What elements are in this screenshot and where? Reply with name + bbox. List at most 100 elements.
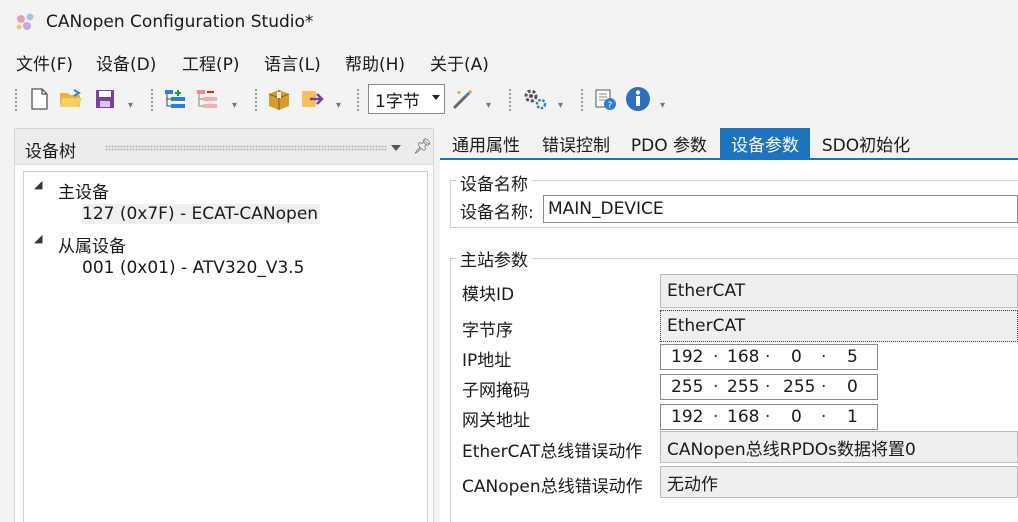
tab-device-params[interactable]: 设备参数 [720,128,810,158]
save-icon[interactable] [92,86,118,112]
collapse-icon[interactable]: ◢ [34,232,42,245]
tab-pdo[interactable]: PDO 参数 [626,128,712,158]
subnet-mask-label: 子网掩码 [462,381,530,401]
mask-octet[interactable]: 255 [727,377,759,397]
title-bar: CANopen Configuration Studio* [0,0,1018,44]
device-tree: ◢ 主设备 127 (0x7F) - ECAT-CANopen ◢ 从属设备 0… [23,171,428,522]
byte-order-select[interactable]: EtherCAT [660,310,1018,342]
window-title: CANopen Configuration Studio* [46,12,314,32]
tab-general[interactable]: 通用属性 [446,128,526,158]
open-icon[interactable] [58,86,84,112]
info-icon[interactable] [625,86,651,112]
octet-separator: · [765,377,771,397]
tab-label: PDO 参数 [630,135,708,156]
gateway-input[interactable]: 192 · 168 · 0 · 1 [660,404,878,430]
byte-order-label: 字节序 [462,321,513,341]
settings-dropdown-icon[interactable]: ▾ [558,100,563,111]
ip-octet[interactable]: 168 [727,347,759,367]
panel-title: 设备树 [25,142,76,162]
toolbar-grip[interactable] [150,88,154,112]
menu-project[interactable]: 工程(P) [182,50,240,75]
package-icon[interactable] [266,86,292,112]
gateway-octet[interactable]: 0 [791,407,802,427]
svg-text:?: ? [608,101,613,111]
canopen-error-label: CANopen总线错误动作 [462,477,643,497]
octet-separator: · [821,377,827,397]
chevron-down-icon [432,95,440,100]
wand-icon[interactable] [450,86,476,112]
tree-item-slave-group[interactable]: 从属设备 [58,232,126,257]
device-tree-panel: 设备树 📌︎ ◢ 主设备 127 (0x7F) - ECAT-CANopen ◢… [14,128,434,522]
pin-icon[interactable]: 📌︎ [413,137,432,155]
byte-order-value: EtherCAT [667,316,746,336]
add-node-icon[interactable] [162,86,188,112]
ip-address-label: IP地址 [462,351,512,371]
mask-octet[interactable]: 0 [847,377,858,397]
menu-language[interactable]: 语言(L) [264,50,321,75]
toolbar-grip[interactable] [14,88,18,112]
tab-label: 错误控制 [542,135,610,156]
gateway-octet[interactable]: 168 [727,407,759,427]
save-dropdown-icon[interactable]: ▾ [128,100,133,111]
chevron-down-icon[interactable] [391,145,401,151]
tree-item-master-node[interactable]: 127 (0x7F) - ECAT-CANopen [82,204,321,224]
device-name-input[interactable]: MAIN_DEVICE [543,195,1018,223]
wand-dropdown-icon[interactable]: ▾ [486,100,491,111]
ip-octet[interactable]: 192 [671,347,703,367]
data-width-select[interactable]: 1字节 [368,84,445,114]
canopen-error-select[interactable]: 无动作 [660,466,1018,498]
panel-header: 设备树 📌︎ [15,129,433,165]
group-title: 设备名称 [456,170,532,195]
tree-item-slave-node[interactable]: 001 (0x01) - ATV320_V3.5 [82,258,305,278]
toolbar-grip[interactable] [508,88,512,112]
gateway-octet[interactable]: 192 [671,407,703,427]
mask-octet[interactable]: 255 [783,377,815,397]
menu-about[interactable]: 关于(A) [430,50,489,75]
device-name-label: 设备名称: [460,203,534,223]
remove-node-icon[interactable] [194,86,220,112]
module-id-label: 模块ID [462,285,515,305]
help-icon[interactable]: ? [592,86,618,112]
tab-sdo-init[interactable]: SDO初始化 [816,128,916,158]
octet-separator: · [713,407,719,427]
menu-file[interactable]: 文件(F) [16,50,73,75]
info-dropdown-icon[interactable]: ▾ [660,100,665,111]
octet-separator: · [713,377,719,397]
node-dropdown-icon[interactable]: ▾ [232,100,237,111]
module-id-value: EtherCAT [667,281,746,301]
menu-help[interactable]: 帮助(H) [345,50,405,75]
app-logo-icon [16,13,34,30]
ip-octet[interactable]: 5 [847,347,858,367]
module-id-select[interactable]: EtherCAT [660,274,1018,308]
device-name-value: MAIN_DEVICE [548,199,664,219]
octet-separator: · [713,347,719,367]
subnet-mask-input[interactable]: 255 · 255 · 255 · 0 [660,374,878,400]
canopen-error-value: 无动作 [667,474,718,495]
settings-icon[interactable] [522,86,548,112]
panel-drag-handle[interactable] [105,145,387,151]
octet-separator: · [765,407,771,427]
import-icon[interactable] [300,86,326,112]
ecat-error-label: EtherCAT总线错误动作 [462,442,643,462]
toolbar-grip[interactable] [580,88,584,112]
collapse-icon[interactable]: ◢ [34,178,42,191]
tree-item-master-group[interactable]: 主设备 [58,178,109,203]
tab-label: 设备参数 [731,135,799,156]
toolbar-grip[interactable] [254,88,258,112]
tab-bar: 通用属性 错误控制 PDO 参数 设备参数 SDO初始化 [440,128,1018,160]
import-dropdown-icon[interactable]: ▾ [336,100,341,111]
group-title: 主站参数 [456,246,532,271]
new-icon[interactable] [26,86,52,112]
ecat-error-select[interactable]: CANopen总线RPDOs数据将置0 [660,431,1018,463]
ecat-error-value: CANopen总线RPDOs数据将置0 [667,439,916,460]
tab-error-control[interactable]: 错误控制 [536,128,616,158]
data-width-value: 1字节 [375,91,420,112]
ip-address-input[interactable]: 192 · 168 · 0 · 5 [660,344,878,370]
ip-octet[interactable]: 0 [791,347,802,367]
toolbar-grip[interactable] [356,88,360,112]
gateway-octet[interactable]: 1 [847,407,858,427]
octet-separator: · [821,407,827,427]
mask-octet[interactable]: 255 [671,377,703,397]
menu-device[interactable]: 设备(D) [96,50,156,75]
tab-content: 设备名称 设备名称: MAIN_DEVICE 主站参数 模块ID EtherCA… [440,160,1018,522]
